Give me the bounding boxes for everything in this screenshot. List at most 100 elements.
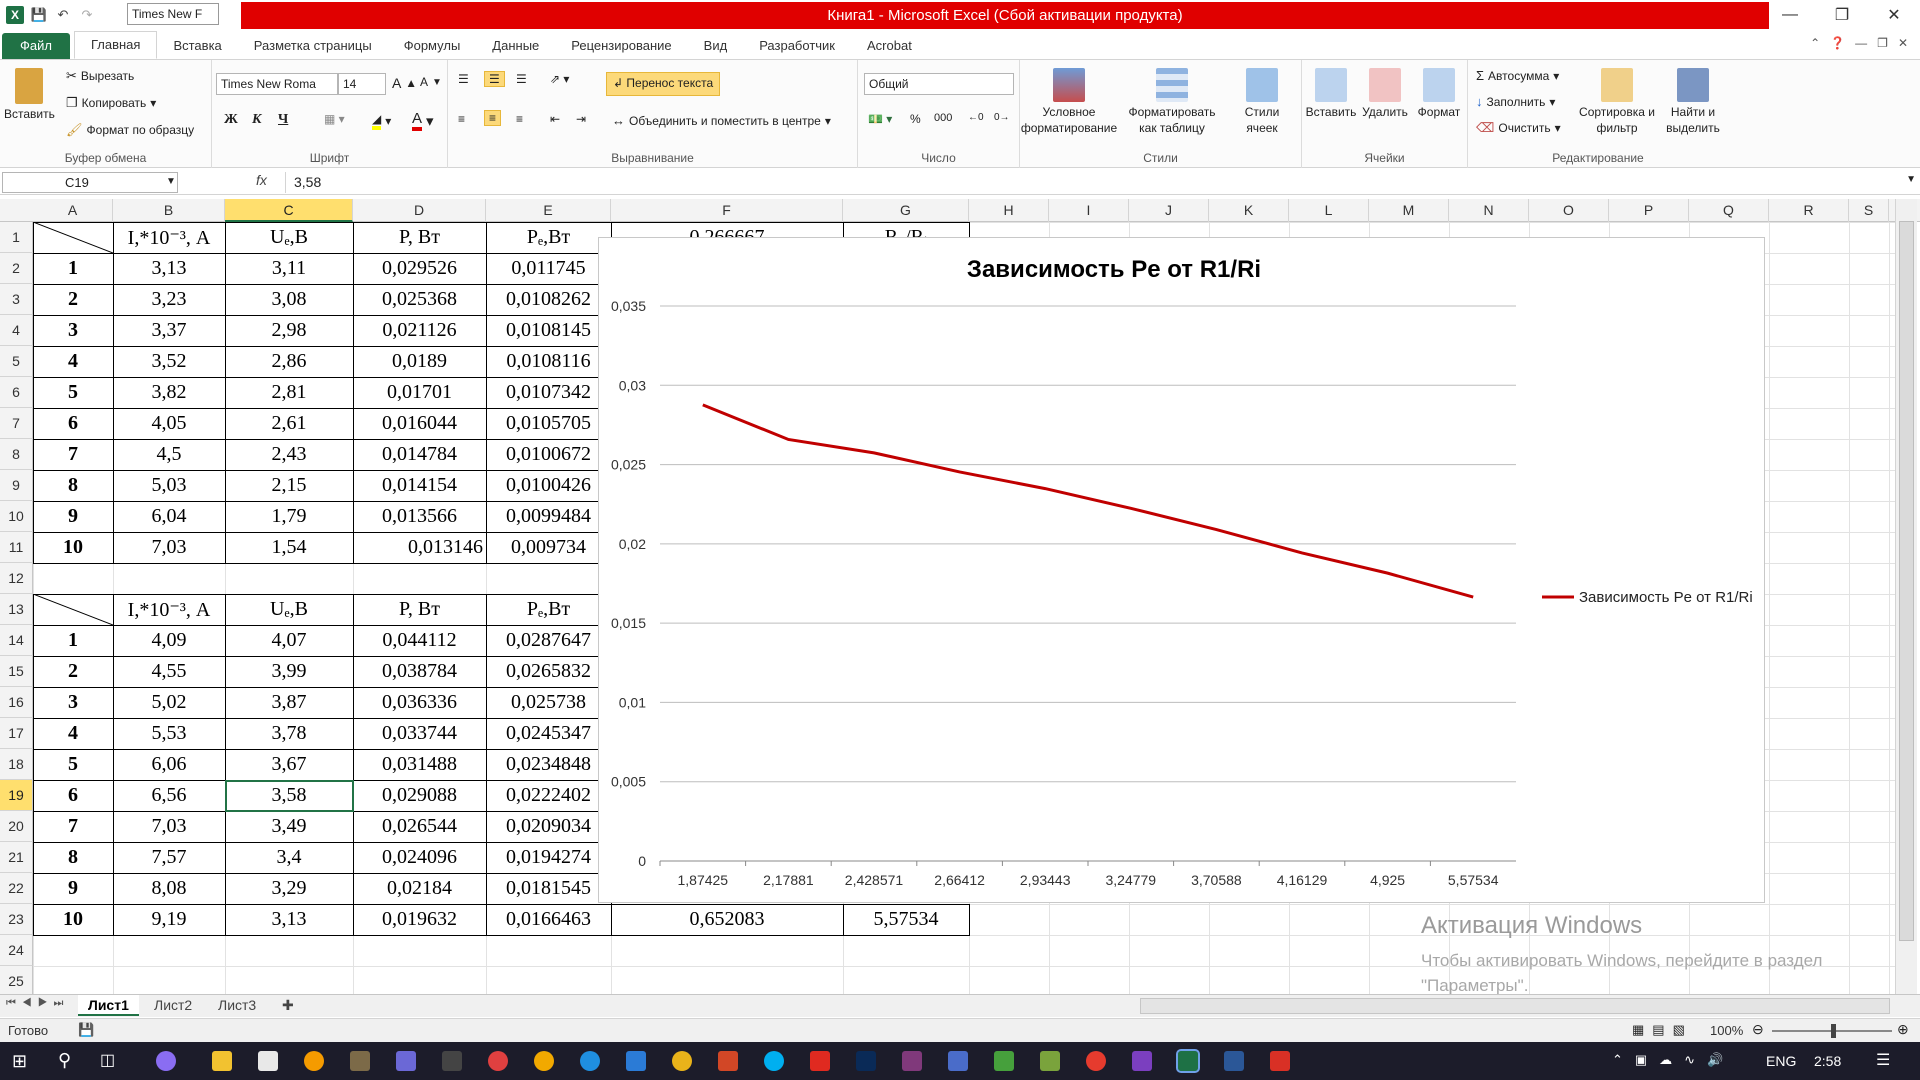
column-header-N[interactable]: N [1449, 199, 1529, 222]
data-cell[interactable]: 2,98 [225, 315, 353, 346]
data-cell[interactable]: 0,021126 [353, 315, 486, 346]
column-header-E[interactable]: E [486, 199, 611, 222]
row-index-cell[interactable]: 8 [33, 470, 113, 501]
row-header-19[interactable]: 19 [0, 780, 33, 811]
data-cell[interactable]: 0,011745 [486, 253, 611, 284]
visual-studio-icon[interactable] [1132, 1051, 1152, 1071]
data-cell[interactable]: 1,54 [225, 532, 353, 563]
data-cell[interactable]: 1,79 [225, 501, 353, 532]
tab-page-layout[interactable]: Разметка страницы [238, 33, 388, 59]
align-middle-icon[interactable]: ☰ [484, 71, 505, 87]
chrome-icon[interactable] [672, 1051, 692, 1071]
column-header-H[interactable]: H [969, 199, 1049, 222]
data-cell[interactable]: 3,58 [225, 780, 353, 811]
data-cell[interactable]: 8,08 [113, 873, 225, 904]
data-cell[interactable]: 3,13 [225, 904, 353, 935]
format-as-table-button[interactable]: Форматировать как таблицу [1124, 68, 1220, 136]
app-icon-7[interactable] [442, 1051, 462, 1071]
app-icon-8[interactable] [488, 1051, 508, 1071]
row-index-cell[interactable]: 1 [33, 253, 113, 284]
horizontal-scrollbar[interactable] [1140, 998, 1890, 1014]
row-index-cell[interactable]: 9 [33, 501, 113, 532]
tab-insert[interactable]: Вставка [157, 33, 237, 59]
format-cells-button[interactable]: Формат [1412, 68, 1466, 120]
align-left-icon[interactable]: ≡ [458, 112, 465, 126]
sheet-tab-1[interactable]: Лист1 [78, 995, 139, 1016]
close-button[interactable]: ✕ [1868, 0, 1920, 30]
cell-styles-button[interactable]: Стили ячеек [1230, 68, 1294, 136]
data-cell[interactable]: 5,53 [113, 718, 225, 749]
row-index-cell[interactable]: 10 [33, 532, 113, 563]
row-header-10[interactable]: 10 [0, 501, 33, 532]
cut-button[interactable]: ✂ Вырезать [66, 68, 134, 84]
zoom-slider-thumb[interactable] [1831, 1024, 1836, 1038]
new-sheet-icon[interactable]: ✚ [272, 995, 304, 1016]
italic-button[interactable]: К [252, 112, 262, 128]
tab-data[interactable]: Данные [476, 33, 555, 59]
row-index-cell[interactable]: 5 [33, 377, 113, 408]
mail-icon[interactable] [626, 1051, 646, 1071]
data-cell[interactable]: 3,82 [113, 377, 225, 408]
data-cell[interactable]: 0,029526 [353, 253, 486, 284]
font-name-combo[interactable]: Times New Roma [216, 73, 338, 95]
font-size-combo[interactable]: 14 [338, 73, 386, 95]
data-cell[interactable]: 0,0100672 [486, 439, 611, 470]
app-icon-1[interactable] [156, 1051, 176, 1071]
data-cell[interactable]: 0,029088 [353, 780, 486, 811]
align-right-icon[interactable]: ≡ [516, 112, 523, 126]
zoom-out-icon[interactable]: ⊖ [1752, 1021, 1764, 1038]
expand-formula-icon[interactable]: ▼ [1906, 174, 1916, 185]
collapse-ribbon-icon[interactable]: ⌃ [1810, 36, 1820, 50]
column-header-D[interactable]: D [353, 199, 486, 222]
redo-icon[interactable]: ↷ [78, 6, 96, 24]
data-cell[interactable]: 0,0107342 [486, 377, 611, 408]
vertical-scroll-thumb[interactable] [1899, 221, 1914, 941]
column-header-F[interactable]: F [611, 199, 843, 222]
row-index-cell[interactable]: 7 [33, 439, 113, 470]
word-icon[interactable] [1224, 1051, 1244, 1071]
data-cell[interactable]: 3,11 [225, 253, 353, 284]
column-header-S[interactable]: S [1849, 199, 1889, 222]
data-cell[interactable]: 5,02 [113, 687, 225, 718]
decrease-decimal-icon[interactable]: 0→ [994, 112, 1010, 123]
name-box[interactable]: C19 [2, 172, 178, 193]
help-icon[interactable]: ❓ [1830, 36, 1845, 50]
row-header-9[interactable]: 9 [0, 470, 33, 501]
row-header-25[interactable]: 25 [0, 966, 33, 997]
data-cell[interactable]: 4,07 [225, 625, 353, 656]
fill-button[interactable]: ↓ Заполнить ▾ [1476, 94, 1555, 109]
data-cell[interactable]: 0,025368 [353, 284, 486, 315]
data-cell[interactable]: 4,09 [113, 625, 225, 656]
tab-formulas[interactable]: Формулы [388, 33, 477, 59]
data-cell[interactable]: 0,026544 [353, 811, 486, 842]
tab-file[interactable]: Файл [2, 33, 70, 59]
data-cell[interactable]: 6,04 [113, 501, 225, 532]
wrap-text-button[interactable]: ↲ Перенос текста [606, 72, 721, 96]
app-icon-project[interactable] [994, 1051, 1014, 1071]
data-cell[interactable]: 3,78 [225, 718, 353, 749]
data-cell[interactable]: 0,0222402 [486, 780, 611, 811]
data-cell[interactable]: 0,0100426 [486, 470, 611, 501]
align-bottom-icon[interactable]: ☰ [516, 72, 527, 86]
task-view-icon[interactable]: ◫ [100, 1050, 115, 1070]
data-cell[interactable]: 0,016044 [353, 408, 486, 439]
zoom-level[interactable]: 100% [1710, 1023, 1743, 1038]
acrobat-icon[interactable] [810, 1051, 830, 1071]
notifications-icon[interactable]: ☰ [1876, 1050, 1890, 1070]
undo-icon[interactable]: ↶ [54, 6, 72, 24]
data-cell[interactable]: 0,013566 [353, 501, 486, 532]
row-index-cell[interactable]: 9 [33, 873, 113, 904]
data-cell[interactable]: 0,009734 [486, 532, 611, 563]
bold-button[interactable]: Ж [224, 112, 238, 128]
increase-indent-icon[interactable]: ⇥ [576, 112, 586, 126]
tab-developer[interactable]: Разработчик [743, 33, 851, 59]
table-header-cell[interactable]: Uₑ,В [225, 222, 353, 253]
data-cell[interactable]: 3,4 [225, 842, 353, 873]
decrease-indent-icon[interactable]: ⇤ [550, 112, 560, 126]
autosum-button[interactable]: Σ Автосумма ▾ [1476, 68, 1559, 83]
table-header-cell[interactable]: Pₑ,Вт [486, 594, 611, 625]
formula-input[interactable]: 3,58 [285, 172, 1895, 193]
data-cell[interactable]: 0,014154 [353, 470, 486, 501]
data-cell[interactable]: 6,06 [113, 749, 225, 780]
chart[interactable]: Зависимость Pe от R1/Ri 0 0,005 0,01 0,015 0… [598, 237, 1765, 903]
